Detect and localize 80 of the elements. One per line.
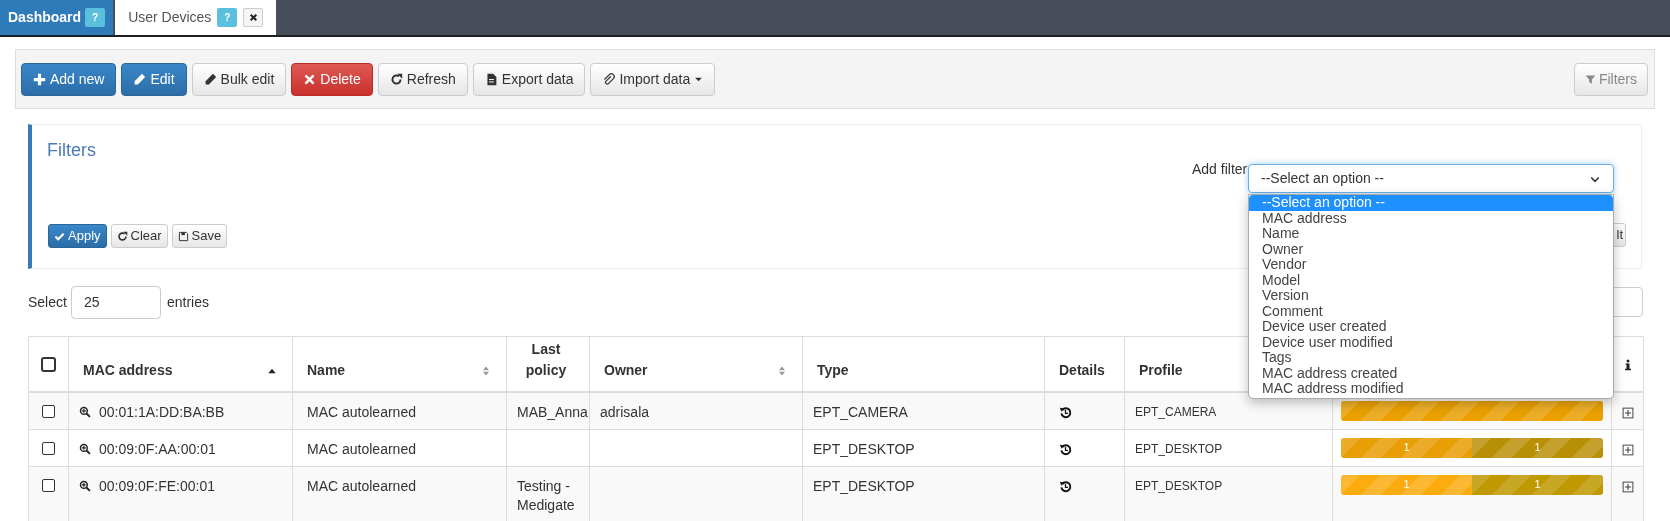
dropdown-option[interactable]: Comment [1249, 303, 1613, 319]
column-header: Owner [604, 360, 648, 380]
toolbar-button[interactable]: Delete [291, 62, 373, 96]
checkbox[interactable] [42, 404, 55, 418]
select-field[interactable]: --Select an option -- [1248, 164, 1614, 193]
filter-button[interactable]: Clear [110, 224, 168, 248]
table-cell: 00:09:0F:FE:00:01 [99, 476, 215, 496]
dropdown-option[interactable]: Tags [1249, 350, 1613, 366]
panel-title: Filters [47, 139, 96, 162]
column-header: Name [307, 360, 346, 380]
close-button[interactable] [243, 8, 264, 27]
column-header: MAC address [83, 360, 173, 380]
progress-segment: 1 [1472, 437, 1603, 458]
tab[interactable]: User Devices ? [115, 0, 277, 35]
table-cell: MAC autolearned [307, 403, 416, 420]
table-cell: EPT_DESKTOP [813, 477, 915, 494]
zoom-in-icon [79, 406, 91, 418]
close-icon [303, 72, 317, 86]
expand-icon [1622, 443, 1634, 456]
progress-segment: 1 [1472, 474, 1603, 495]
refresh-icon [389, 72, 403, 86]
table-cell: EPT_CAMERA [1135, 404, 1217, 419]
check-icon [54, 230, 65, 242]
dropdown-option[interactable]: Model [1249, 272, 1613, 288]
history-icon [1059, 405, 1072, 419]
plus-icon [33, 72, 46, 86]
filter-button[interactable]: Save [171, 224, 228, 248]
column-header: Last policy [524, 339, 568, 380]
field-label: Add filter [1192, 160, 1248, 179]
dropdown-option[interactable]: Device user modified [1249, 334, 1613, 350]
save-icon [177, 230, 189, 242]
table-cell: EPT_CAMERA [813, 403, 908, 420]
table-cell: Testing - Medigate [517, 477, 575, 513]
expand-icon [1622, 406, 1634, 419]
checkbox[interactable] [42, 478, 55, 492]
entries-label: entries [166, 293, 209, 312]
dropdown-option[interactable]: Device user created [1249, 319, 1613, 335]
filter-icon [1584, 73, 1596, 85]
checkbox[interactable] [42, 441, 55, 455]
table-cell: MAC autolearned [307, 477, 416, 494]
progress-segment: 1 [1341, 474, 1472, 495]
column-header: Profile [1139, 360, 1183, 380]
close-icon [248, 13, 258, 22]
tab[interactable]: Dashboard ? [0, 0, 114, 35]
filter-button[interactable]: Apply [48, 224, 107, 248]
dropdown-option[interactable]: MAC address modified [1249, 381, 1613, 397]
zoom-in-icon [79, 443, 91, 455]
table-cell: adrisala [600, 403, 650, 420]
toolbar-button[interactable]: Import data [590, 62, 716, 96]
file-icon [484, 72, 498, 86]
column-header: Details [1059, 360, 1105, 380]
table-cell: MAC autolearned [307, 440, 416, 457]
zoom-in-icon [79, 480, 91, 492]
pencil-icon [133, 72, 147, 86]
dropdown-option[interactable]: MAC address [1249, 210, 1613, 226]
toolbar-button[interactable]: Export data [472, 62, 586, 96]
history-icon [1059, 442, 1072, 456]
toolbar-button[interactable]: Refresh [377, 62, 468, 96]
table-cell: EPT_DESKTOP [1135, 441, 1223, 456]
toolbar-button[interactable]: Add new [21, 62, 117, 96]
table-cell: MAB_Anna [517, 403, 588, 420]
entries-field[interactable]: 25 [70, 286, 161, 319]
table-cell: 00:01:1A:DD:BA:BB [99, 402, 225, 422]
progress-segment: 1 [1341, 437, 1472, 458]
refresh-icon [116, 230, 128, 242]
dropdown-option[interactable]: Vendor [1249, 257, 1613, 273]
table-cell: 00:09:0F:AA:00:01 [99, 439, 216, 459]
column-header: Type [817, 360, 849, 380]
dropdown-option[interactable]: Version [1249, 288, 1613, 304]
pencil-icon [203, 72, 217, 86]
dropdown-option[interactable]: MAC address created [1249, 365, 1613, 381]
table-cell: EPT_DESKTOP [813, 440, 915, 457]
entries-label: Select [28, 293, 67, 312]
paperclip-icon [602, 72, 616, 86]
history-icon [1059, 479, 1072, 493]
toolbar-button[interactable]: Edit [121, 62, 187, 96]
checkbox[interactable] [41, 357, 56, 373]
table-cell: EPT_DESKTOP [1135, 478, 1223, 493]
expand-icon [1622, 480, 1634, 493]
toolbar-button[interactable]: Bulk edit [191, 62, 287, 96]
